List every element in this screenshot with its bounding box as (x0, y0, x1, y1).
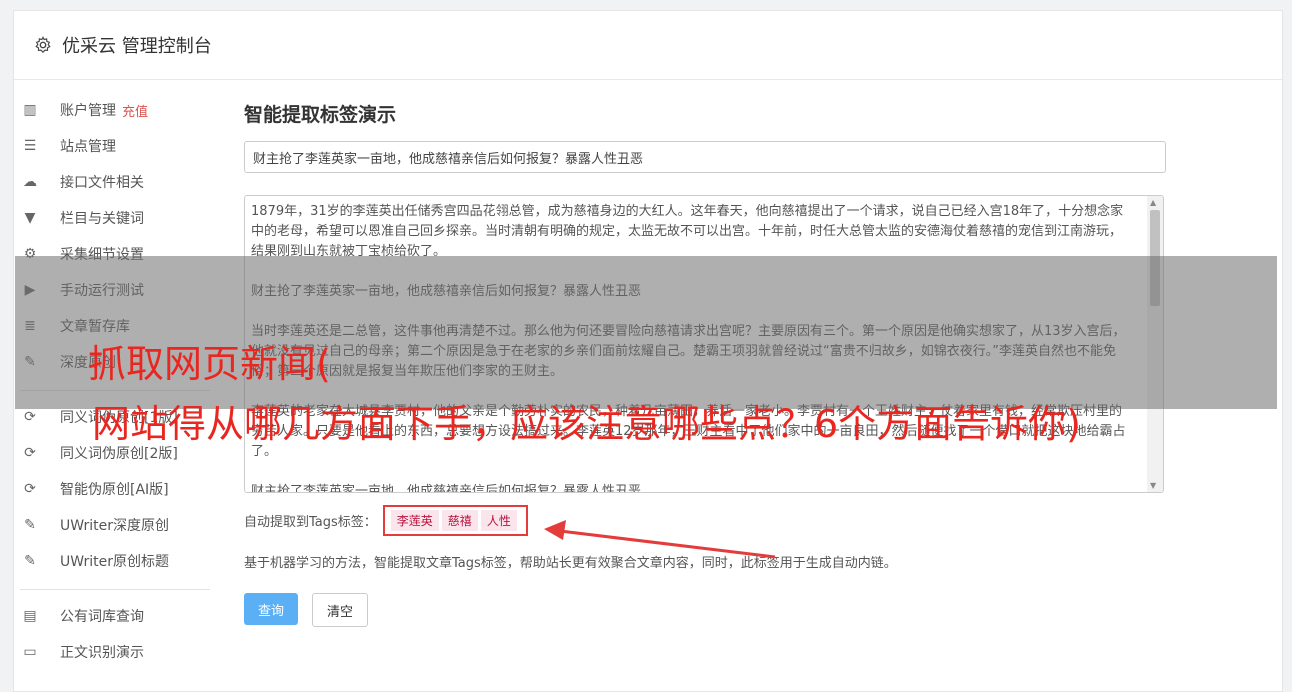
sidebar-item-label: UWriter深度原创 (60, 518, 169, 534)
refresh-icon: ⟳ (24, 445, 36, 461)
sidebar-item-label: 公有词库查询 (60, 609, 144, 625)
sidebar-item[interactable]: ✎ UWriter原创标题 (20, 543, 210, 579)
recharge-link[interactable]: 充值 (122, 101, 148, 120)
button-row: 查询 清空 (244, 593, 1164, 627)
overlay-title-line2: 网站得从哪几方面下手，应该注意哪些点？6个方面告诉你) (92, 402, 1082, 446)
sidebar-item-label: 站点管理 (60, 139, 116, 155)
sidebar-item-label: 账户管理 (60, 103, 116, 119)
page-title: 优采云 管理控制台 (62, 36, 212, 57)
overlay-title-line1: 抓取网页新闻( (88, 342, 331, 386)
sidebar-item[interactable]: ▥ 账户管理 充值 (20, 92, 210, 128)
scroll-down-icon[interactable]: ▼ (1150, 481, 1156, 490)
gear-icon (35, 36, 51, 54)
server-icon: ☰ (23, 138, 37, 154)
sidebar-item[interactable]: ☰ 站点管理 (20, 128, 210, 164)
content-paragraph: 财主抢了李莲英家一亩地，他成慈禧亲信后如何报复？暴露人性丑恶 (251, 484, 642, 493)
section-title: 智能提取标签演示 (244, 104, 397, 126)
description: 基于机器学习的方法，智能提取文章Tags标签，帮助站长更有效聚合文章内容，同时，… (244, 556, 897, 571)
sidebar-item[interactable]: ✎ UWriter深度原创 (20, 507, 210, 543)
window-icon: ▭ (23, 644, 37, 660)
content-paragraph: 1879年，31岁的李莲英出任储秀宫四品花翎总管，成为慈禧身边的大红人。这年春天… (251, 204, 1124, 259)
sidebar-divider (20, 589, 210, 590)
sidebar-item-label: 接口文件相关 (60, 175, 144, 191)
tag: 人性 (480, 510, 517, 531)
sidebar-item[interactable]: ▼ 栏目与关键词 (20, 200, 210, 236)
tags-row: 自动提取到Tags标签： 李莲英 慈禧 人性 (244, 505, 1164, 536)
book-icon: ▤ (23, 608, 37, 624)
query-button[interactable]: 查询 (244, 593, 298, 625)
tags-box: 李莲英 慈禧 人性 (382, 505, 528, 536)
sidebar-item[interactable]: ⟳ 智能伪原创[AI版] (20, 471, 210, 507)
edit-icon: ✎ (24, 517, 36, 533)
sidebar-item-label: 正文识别演示 (60, 645, 144, 661)
panel-header: 优采云 管理控制台 (14, 11, 1282, 80)
tag: 李莲英 (390, 510, 439, 531)
scroll-up-icon[interactable]: ▲ (1150, 198, 1156, 207)
bar-chart-icon: ▥ (23, 102, 37, 118)
sidebar-item-label: 智能伪原创[AI版] (60, 482, 169, 498)
sidebar-item-label: UWriter原创标题 (60, 554, 169, 570)
edit-icon: ✎ (24, 553, 36, 569)
sidebar-item[interactable]: ☁ 接口文件相关 (20, 164, 210, 200)
refresh-icon: ⟳ (24, 409, 36, 425)
sidebar-item[interactable]: ▭ 正文识别演示 (20, 634, 210, 670)
sidebar-item[interactable]: ▤ 公有词库查询 (20, 598, 210, 634)
tag: 慈禧 (441, 510, 478, 531)
clear-button[interactable]: 清空 (312, 593, 368, 627)
cloud-upload-icon: ☁ (23, 174, 37, 190)
filter-icon: ▼ (24, 210, 36, 226)
sidebar-item-label: 栏目与关键词 (60, 211, 144, 227)
refresh-icon: ⟳ (24, 481, 36, 497)
tags-label: 自动提取到Tags标签： (244, 515, 377, 530)
title-input[interactable]: 财主抢了李莲英家一亩地，他成慈禧亲信后如何报复？暴露人性丑恶 (244, 141, 1166, 173)
